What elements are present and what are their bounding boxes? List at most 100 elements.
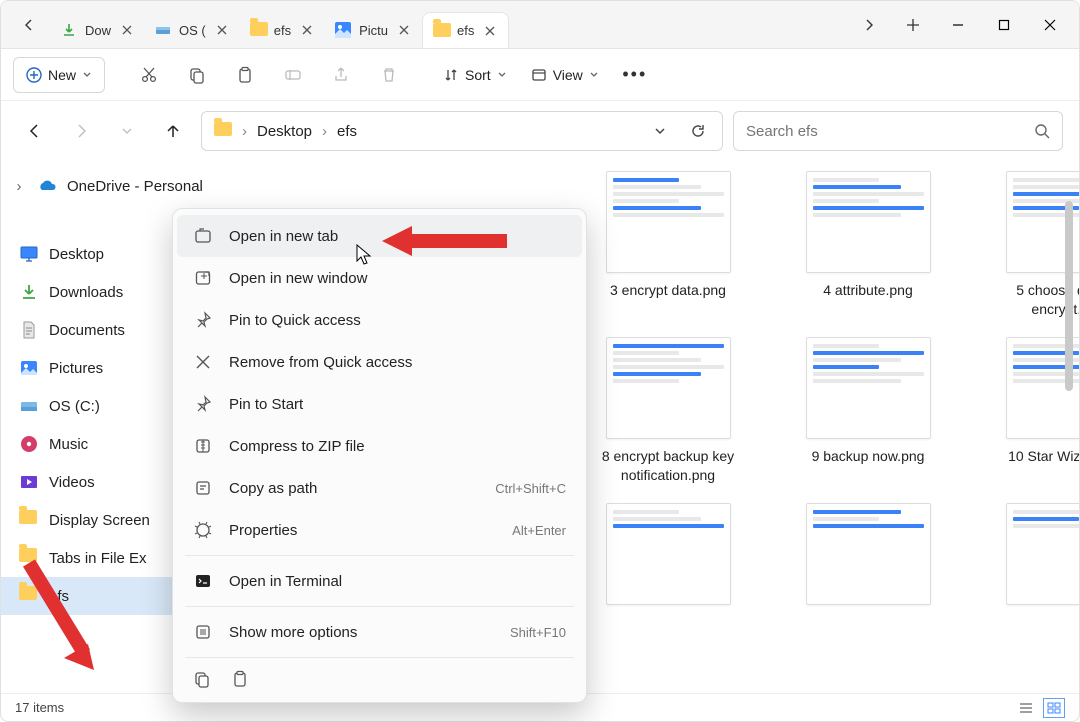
pin-icon xyxy=(193,310,213,330)
ctx-label: Show more options xyxy=(229,624,357,641)
sidebar-item-label: efs xyxy=(49,588,69,605)
sidebar-item-label: Music xyxy=(49,436,88,453)
chevron-right-icon: › xyxy=(322,123,327,140)
tab-efs-1[interactable]: efs xyxy=(240,12,325,48)
new-label: New xyxy=(48,67,76,83)
view-button[interactable]: View xyxy=(521,57,609,93)
ctx-properties[interactable]: Properties Alt+Enter xyxy=(177,509,582,551)
chevron-right-icon[interactable]: › xyxy=(11,178,27,195)
thumbnail xyxy=(606,337,731,439)
tab-history-forward[interactable] xyxy=(847,9,891,41)
tab-pictures[interactable]: Pictu xyxy=(325,12,422,48)
item-count: 17 items xyxy=(15,700,64,715)
tab-bar: Dow OS ( efs Pictu efs xyxy=(1,1,1079,49)
file-name: 9 backup now.png xyxy=(812,447,925,466)
separator xyxy=(185,606,574,607)
details-view-button[interactable] xyxy=(1015,698,1037,718)
ctx-remove-quick[interactable]: Remove from Quick access xyxy=(177,341,582,383)
close-icon[interactable] xyxy=(396,22,412,38)
newwindow-icon xyxy=(193,268,213,288)
search-box[interactable] xyxy=(733,111,1063,151)
close-icon[interactable] xyxy=(482,23,498,39)
ctx-open-new-tab[interactable]: Open in new tab xyxy=(177,215,582,257)
forward-button[interactable] xyxy=(63,113,99,149)
thumbnail xyxy=(806,171,931,273)
close-icon[interactable] xyxy=(214,22,230,38)
file-item[interactable] xyxy=(983,503,1079,605)
back-button[interactable] xyxy=(17,113,53,149)
videos-icon xyxy=(19,472,39,492)
tab-label: efs xyxy=(457,23,474,38)
folder-icon xyxy=(214,122,232,140)
address-dropdown-button[interactable] xyxy=(644,115,676,147)
tabs: Dow OS ( efs Pictu efs xyxy=(51,1,847,48)
close-icon[interactable] xyxy=(299,22,315,38)
unpin-icon xyxy=(193,352,213,372)
sort-label: Sort xyxy=(465,67,491,83)
scrollbar[interactable] xyxy=(1065,201,1073,391)
address-bar[interactable]: › Desktop › efs xyxy=(201,111,723,151)
sort-button[interactable]: Sort xyxy=(433,57,517,93)
ctx-copy-path[interactable]: Copy as path Ctrl+Shift+C xyxy=(177,467,582,509)
ctx-show-more[interactable]: Show more options Shift+F10 xyxy=(177,611,582,653)
rename-button[interactable] xyxy=(271,57,315,93)
ctx-pin-quick[interactable]: Pin to Quick access xyxy=(177,299,582,341)
cut-button[interactable] xyxy=(127,57,171,93)
file-item[interactable]: 3 encrypt data.png xyxy=(583,171,753,319)
sidebar-item-onedrive[interactable]: › OneDrive - Personal xyxy=(1,167,223,205)
new-button[interactable]: New xyxy=(13,57,105,93)
paste-button[interactable] xyxy=(223,57,267,93)
separator xyxy=(185,657,574,658)
ctx-open-terminal[interactable]: Open in Terminal xyxy=(177,560,582,602)
tab-label: Dow xyxy=(85,23,111,38)
ctx-open-new-window[interactable]: Open in new window xyxy=(177,257,582,299)
file-item[interactable] xyxy=(583,503,753,605)
copy-icon[interactable] xyxy=(193,670,211,692)
nav-row: › Desktop › efs xyxy=(1,101,1079,161)
file-item[interactable]: 9 backup now.png xyxy=(783,337,953,485)
copy-button[interactable] xyxy=(175,57,219,93)
recent-chevron-icon[interactable] xyxy=(109,113,145,149)
file-item[interactable]: 8 encrypt backup key notification.png xyxy=(583,337,753,485)
tab-history-back[interactable] xyxy=(7,9,51,41)
tab-efs-active[interactable]: efs xyxy=(422,12,509,48)
documents-icon xyxy=(19,320,39,340)
delete-button[interactable] xyxy=(367,57,411,93)
zip-icon xyxy=(193,436,213,456)
sidebar-item-label: Downloads xyxy=(49,284,123,301)
search-input[interactable] xyxy=(746,123,1024,140)
share-button[interactable] xyxy=(319,57,363,93)
more-button[interactable]: ••• xyxy=(613,57,657,93)
icons-view-button[interactable] xyxy=(1043,698,1065,718)
context-menu: Open in new tab Open in new window Pin t… xyxy=(172,208,587,703)
file-item[interactable] xyxy=(783,503,953,605)
copypath-icon xyxy=(193,478,213,498)
pin-icon xyxy=(193,394,213,414)
up-button[interactable] xyxy=(155,113,191,149)
tab-os-drive[interactable]: OS ( xyxy=(145,12,240,48)
breadcrumb-efs[interactable]: efs xyxy=(337,123,357,140)
ctx-compress[interactable]: Compress to ZIP file xyxy=(177,425,582,467)
maximize-button[interactable] xyxy=(981,5,1027,45)
breadcrumb-desktop[interactable]: Desktop xyxy=(257,123,312,140)
tab-downloads[interactable]: Dow xyxy=(51,12,145,48)
folder-icon xyxy=(433,23,449,39)
new-tab-button[interactable] xyxy=(891,9,935,41)
minimize-button[interactable] xyxy=(935,5,981,45)
close-icon[interactable] xyxy=(119,22,135,38)
ctx-pin-start[interactable]: Pin to Start xyxy=(177,383,582,425)
ctx-label: Open in Terminal xyxy=(229,573,342,590)
properties-icon xyxy=(193,520,213,540)
drive-icon xyxy=(19,396,39,416)
drive-icon xyxy=(155,22,171,38)
paste-icon[interactable] xyxy=(231,670,249,692)
refresh-button[interactable] xyxy=(682,115,714,147)
sidebar-item-label: Tabs in File Ex xyxy=(49,550,147,567)
terminal-icon xyxy=(193,571,213,591)
thumbnail xyxy=(606,503,731,605)
file-item[interactable]: 4 attribute.png xyxy=(783,171,953,319)
ctx-label: Properties xyxy=(229,522,297,539)
close-button[interactable] xyxy=(1027,5,1073,45)
file-name: 10 Star Wizard.png xyxy=(1008,447,1079,466)
sidebar-item-label: OS (C:) xyxy=(49,398,100,415)
